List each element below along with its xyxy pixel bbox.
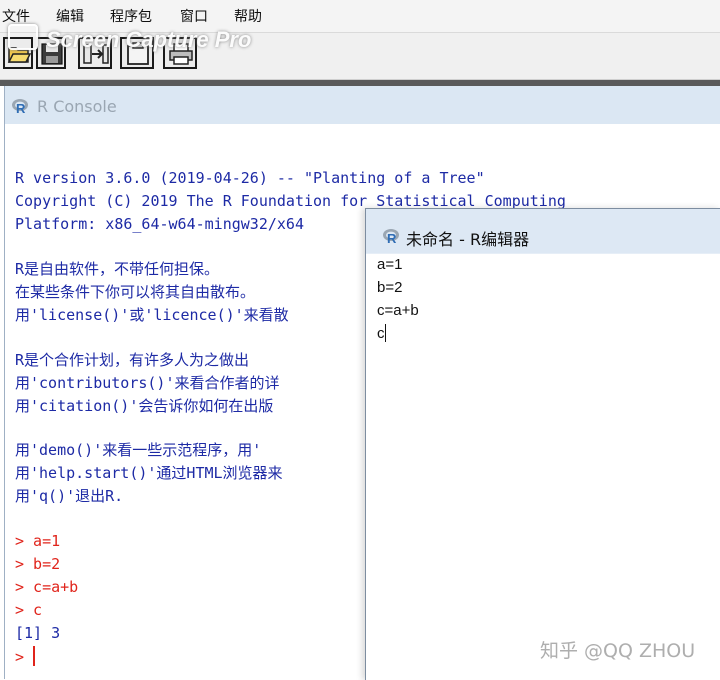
menu-packages[interactable]: 程序包 bbox=[110, 6, 152, 26]
menu-edit[interactable]: 编辑 bbox=[56, 6, 84, 26]
load-workspace-icon bbox=[83, 44, 109, 64]
editor-line: b=2 bbox=[377, 279, 403, 296]
editor-line: c=a+b bbox=[377, 302, 419, 319]
console-input-line: > a=1 bbox=[15, 532, 61, 550]
console-line: 用'q()'退出R. bbox=[15, 487, 124, 505]
console-line: 在某些条件下你可以将其自由散布。 bbox=[15, 283, 256, 301]
print-icon bbox=[169, 43, 193, 65]
r-logo-icon: R bbox=[12, 99, 28, 115]
menu-window[interactable]: 窗口 bbox=[180, 6, 208, 26]
zhihu-watermark: 知乎 @QQ ZHOU bbox=[540, 640, 696, 662]
open-folder-icon bbox=[7, 47, 31, 63]
console-result-line: [1] 3 bbox=[15, 624, 61, 642]
menu-help[interactable]: 帮助 bbox=[234, 6, 262, 26]
r-editor-window[interactable]: R 未命名 - R编辑器 a=1 b=2 c=a+b c bbox=[365, 208, 720, 680]
console-line: R version 3.6.0 (2019-04-26) -- "Plantin… bbox=[15, 169, 485, 187]
console-input-line: > c bbox=[15, 601, 43, 619]
console-title: R Console bbox=[37, 97, 117, 116]
editor-line-text: c bbox=[377, 325, 385, 342]
editor-title: 未命名 - R编辑器 bbox=[406, 230, 530, 249]
console-line: 用'contributors()'来看合作者的详 bbox=[15, 374, 280, 392]
open-script-button[interactable] bbox=[3, 37, 33, 69]
console-line: 用'citation()'会告诉你如何在出版 bbox=[15, 397, 274, 415]
console-line: R是个合作计划，有许多人为之做出 bbox=[15, 351, 250, 369]
menu-file[interactable]: 文件 bbox=[2, 6, 30, 26]
editor-title-bar[interactable]: R 未命名 - R编辑器 bbox=[366, 209, 720, 254]
console-line: R是自由软件，不带任何担保。 bbox=[15, 260, 220, 278]
r-logo-icon: R bbox=[383, 229, 399, 245]
load-workspace-button[interactable] bbox=[78, 37, 112, 69]
toolbar bbox=[0, 33, 720, 80]
prompt-symbol: > bbox=[15, 648, 34, 666]
console-input-line: > b=2 bbox=[15, 555, 61, 573]
text-cursor bbox=[33, 646, 36, 666]
svg-text:R: R bbox=[16, 101, 26, 115]
print-button[interactable] bbox=[163, 37, 197, 69]
save-icon bbox=[41, 43, 63, 65]
console-line: 用'demo()'来看一些示范程序，用' bbox=[15, 441, 262, 459]
svg-text:R: R bbox=[387, 231, 397, 245]
save-button[interactable] bbox=[36, 37, 66, 69]
console-input-line: > c=a+b bbox=[15, 578, 79, 596]
editor-line: a=1 bbox=[377, 256, 403, 273]
text-cursor bbox=[384, 324, 386, 342]
console-line: Platform: x86_64-w64-mingw32/x64 bbox=[15, 215, 304, 233]
copy-paste-icon bbox=[127, 42, 149, 65]
copy-paste-button[interactable] bbox=[120, 37, 154, 69]
console-line: 用'help.start()'通过HTML浏览器来 bbox=[15, 464, 283, 482]
console-title-bar[interactable]: R R Console bbox=[5, 86, 720, 124]
menu-bar: 文件 编辑 程序包 窗口 帮助 bbox=[0, 0, 720, 33]
editor-line-current: c bbox=[377, 324, 386, 344]
console-line: 用'license()'或'licence()'来看散 bbox=[15, 306, 289, 324]
console-prompt[interactable]: > bbox=[15, 646, 36, 667]
